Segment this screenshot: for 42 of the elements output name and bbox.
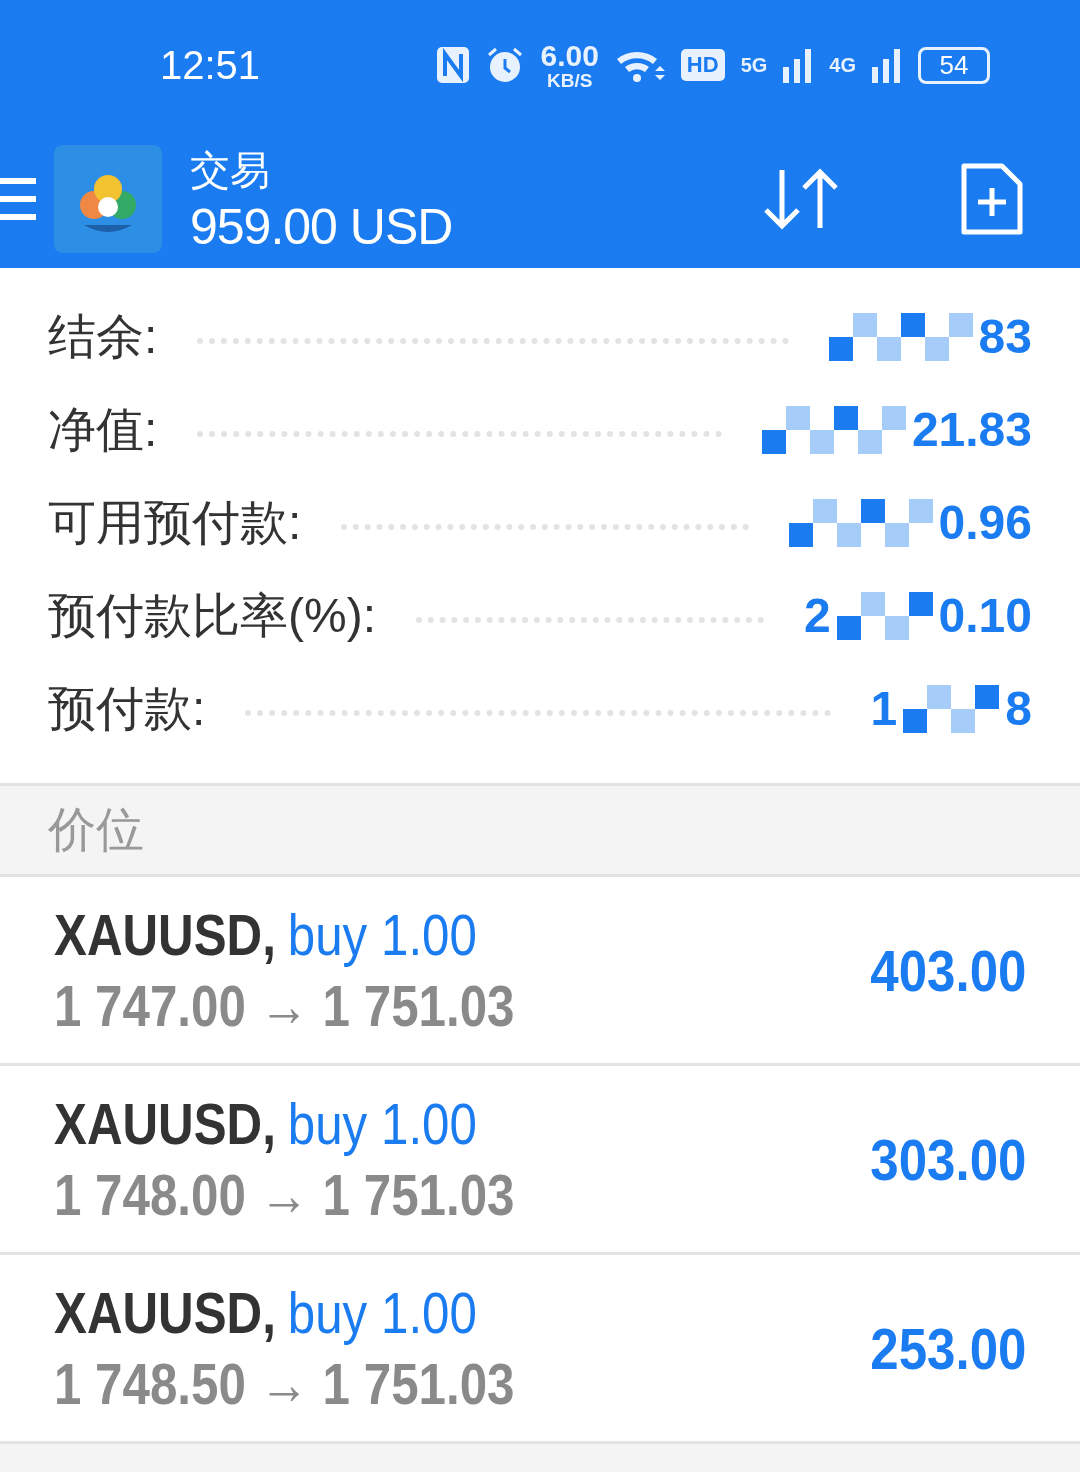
speed-unit: KB/S <box>546 70 593 90</box>
position-side: buy 1.00 <box>287 901 477 968</box>
app-logo-icon <box>54 145 162 253</box>
section-title: 价位 <box>48 802 144 858</box>
account-label: 可用预付款: <box>48 494 302 551</box>
status-time: 12:51 <box>160 42 261 88</box>
position-prices: 1 747.00 → 1 751.03 <box>54 972 515 1039</box>
signal-icon <box>783 47 814 83</box>
account-label: 净值: <box>48 401 158 458</box>
position-prices: 1 748.50 → 1 751.03 <box>54 1350 515 1417</box>
value-fragment: 8 <box>1005 681 1032 736</box>
position-symbol: XAUUSD, <box>54 1090 276 1157</box>
value-fragment: 2 <box>803 588 831 643</box>
signal-icon <box>872 47 902 83</box>
hd-voice-badge: HD <box>680 49 725 81</box>
position-side: buy 1.00 <box>287 1090 477 1157</box>
network-speed: 6.00 <box>540 40 599 71</box>
value-fragment: 0.96 <box>938 495 1032 550</box>
nfc-icon <box>436 46 471 84</box>
account-label: 结余: <box>48 308 158 365</box>
position-prices: 1 748.00 → 1 751.03 <box>54 1161 515 1228</box>
value-fragment: 21.83 <box>911 402 1032 457</box>
value-fragment: 83 <box>978 309 1032 364</box>
sim-label: 5G <box>740 53 768 77</box>
screen-title: 交易 <box>190 146 271 194</box>
value-fragment: 1 <box>870 681 898 736</box>
account-label: 预付款: <box>48 680 206 737</box>
position-row[interactable]: XAUUSD, buy 1.00 1 748.00 → 1 751.03 303.00 <box>0 1066 1080 1255</box>
account-balance: 959.00 USD <box>190 197 453 256</box>
position-profit: 303.00 <box>869 1125 1026 1193</box>
position-side: buy 1.00 <box>287 1279 477 1346</box>
battery-level: 54 <box>918 46 990 84</box>
sim-label: 4G <box>829 53 856 77</box>
position-symbol: XAUUSD, <box>54 901 276 968</box>
alarm-icon <box>486 46 525 84</box>
position-row[interactable]: XAUUSD, buy 1.00 1 747.00 → 1 751.03 403.00 <box>0 877 1080 1066</box>
position-symbol: XAUUSD, <box>54 1279 276 1346</box>
position-profit: 253.00 <box>869 1314 1026 1382</box>
account-label: 预付款比率(%): <box>48 587 376 644</box>
position-profit: 403.00 <box>869 936 1026 1004</box>
value-fragment: 0.10 <box>938 588 1032 643</box>
new-order-button[interactable] <box>960 162 1024 236</box>
